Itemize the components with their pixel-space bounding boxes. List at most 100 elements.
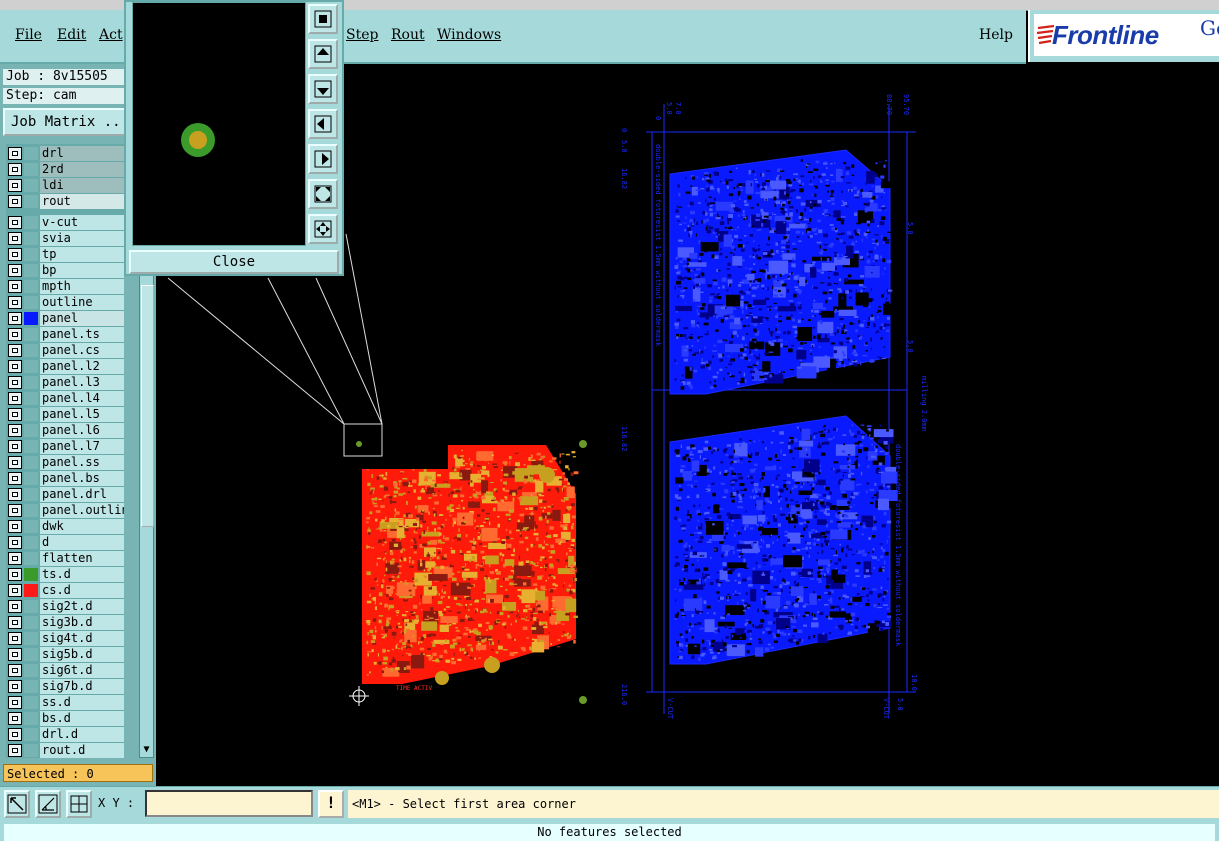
layer-name[interactable]: 2rd bbox=[40, 162, 124, 177]
layer-name[interactable]: sig2t.d bbox=[40, 599, 124, 614]
layer-row[interactable]: panel.l2 bbox=[6, 359, 124, 374]
layer-checkbox[interactable] bbox=[8, 696, 22, 709]
layer-color-swatch[interactable] bbox=[24, 472, 38, 485]
layer-row[interactable]: panel.outline bbox=[6, 503, 124, 518]
layer-name[interactable]: drl.d bbox=[40, 727, 124, 742]
layer-row[interactable]: cs.d bbox=[6, 583, 124, 598]
layer-name[interactable]: mpth bbox=[40, 279, 124, 294]
layer-row[interactable]: sig5b.d bbox=[6, 647, 124, 662]
layer-color-swatch[interactable] bbox=[24, 360, 38, 373]
layer-color-swatch[interactable] bbox=[24, 648, 38, 661]
layer-checkbox[interactable] bbox=[8, 408, 22, 421]
layer-checkbox[interactable] bbox=[8, 616, 22, 629]
layer-color-swatch[interactable] bbox=[24, 147, 38, 160]
layer-row[interactable]: ss.d bbox=[6, 695, 124, 710]
layer-row[interactable]: bp bbox=[6, 263, 124, 278]
layer-checkbox[interactable] bbox=[8, 376, 22, 389]
layer-checkbox[interactable] bbox=[8, 392, 22, 405]
layer-checkbox[interactable] bbox=[8, 648, 22, 661]
menu-rout[interactable]: Rout bbox=[391, 27, 425, 43]
layer-checkbox[interactable] bbox=[8, 664, 22, 677]
layer-row[interactable]: panel.l4 bbox=[6, 391, 124, 406]
menu-windows[interactable]: Windows bbox=[437, 27, 501, 43]
layer-name[interactable]: sig7b.d bbox=[40, 679, 124, 694]
layer-row[interactable]: ldi bbox=[6, 178, 124, 193]
layer-color-swatch[interactable] bbox=[24, 552, 38, 565]
layer-row[interactable]: rout.d bbox=[6, 743, 124, 758]
layer-color-swatch[interactable] bbox=[24, 312, 38, 325]
layer-checkbox[interactable] bbox=[8, 232, 22, 245]
layer-color-swatch[interactable] bbox=[24, 504, 38, 517]
layer-checkbox[interactable] bbox=[8, 179, 22, 192]
layer-color-swatch[interactable] bbox=[24, 536, 38, 549]
layer-name[interactable]: panel.outline bbox=[40, 503, 124, 518]
layer-color-swatch[interactable] bbox=[24, 584, 38, 597]
menu-file[interactable]: File bbox=[15, 27, 42, 43]
zoom-out-button[interactable] bbox=[308, 214, 338, 244]
layer-color-swatch[interactable] bbox=[24, 248, 38, 261]
xy-coordinate-input[interactable] bbox=[145, 790, 313, 817]
layer-checkbox[interactable] bbox=[8, 147, 22, 160]
layer-name[interactable]: sig3b.d bbox=[40, 615, 124, 630]
grid-button[interactable] bbox=[66, 790, 92, 818]
layer-row[interactable]: panel.ss bbox=[6, 455, 124, 470]
layer-name[interactable]: dwk bbox=[40, 519, 124, 534]
layer-row[interactable]: sig7b.d bbox=[6, 679, 124, 694]
layer-row[interactable]: panel.ts bbox=[6, 327, 124, 342]
layer-row[interactable]: flatten bbox=[6, 551, 124, 566]
layer-row[interactable]: rout bbox=[6, 194, 124, 209]
layer-checkbox[interactable] bbox=[8, 712, 22, 725]
menu-step[interactable]: Step bbox=[346, 27, 378, 43]
layer-color-swatch[interactable] bbox=[24, 376, 38, 389]
layer-row[interactable]: panel.l7 bbox=[6, 439, 124, 454]
layer-name[interactable]: panel.l7 bbox=[40, 439, 124, 454]
layer-checkbox[interactable] bbox=[8, 424, 22, 437]
layer-color-swatch[interactable] bbox=[24, 696, 38, 709]
layer-row[interactable]: panel.drl bbox=[6, 487, 124, 502]
menu-actions[interactable]: Act bbox=[99, 27, 123, 43]
layer-row[interactable]: sig3b.d bbox=[6, 615, 124, 630]
pan-left-button[interactable] bbox=[308, 109, 338, 139]
layer-name[interactable]: cs.d bbox=[40, 583, 124, 598]
close-button[interactable]: Close bbox=[129, 250, 339, 274]
layer-checkbox[interactable] bbox=[8, 600, 22, 613]
layer-color-swatch[interactable] bbox=[24, 328, 38, 341]
layer-row[interactable]: sig2t.d bbox=[6, 599, 124, 614]
zoom-window-button[interactable] bbox=[308, 4, 338, 34]
layer-row[interactable]: panel.l6 bbox=[6, 423, 124, 438]
layer-checkbox[interactable] bbox=[8, 728, 22, 741]
pan-right-button[interactable] bbox=[308, 144, 338, 174]
layer-name[interactable]: panel.ts bbox=[40, 327, 124, 342]
layer-checkbox[interactable] bbox=[8, 632, 22, 645]
layer-checkbox[interactable] bbox=[8, 744, 22, 757]
layer-checkbox[interactable] bbox=[8, 195, 22, 208]
layer-checkbox[interactable] bbox=[8, 216, 22, 229]
layer-checkbox[interactable] bbox=[8, 536, 22, 549]
layer-color-swatch[interactable] bbox=[24, 632, 38, 645]
measure-button[interactable] bbox=[35, 790, 61, 818]
layer-color-swatch[interactable] bbox=[24, 392, 38, 405]
layer-name[interactable]: panel.l2 bbox=[40, 359, 124, 374]
layer-color-swatch[interactable] bbox=[24, 680, 38, 693]
layer-row[interactable]: v-cut bbox=[6, 215, 124, 230]
layer-name[interactable]: tp bbox=[40, 247, 124, 262]
layer-checkbox[interactable] bbox=[8, 280, 22, 293]
menu-edit[interactable]: Edit bbox=[57, 27, 86, 43]
zoom-region-box[interactable] bbox=[343, 423, 383, 457]
layer-checkbox[interactable] bbox=[8, 584, 22, 597]
layer-name[interactable]: rout.d bbox=[40, 743, 124, 758]
layer-checkbox[interactable] bbox=[8, 296, 22, 309]
scroll-down-arrow-icon[interactable]: ▼ bbox=[141, 744, 152, 756]
layer-color-swatch[interactable] bbox=[24, 568, 38, 581]
layer-row[interactable]: sig6t.d bbox=[6, 663, 124, 678]
layer-color-swatch[interactable] bbox=[24, 424, 38, 437]
layer-checkbox[interactable] bbox=[8, 680, 22, 693]
layer-checkbox[interactable] bbox=[8, 328, 22, 341]
layer-color-swatch[interactable] bbox=[24, 440, 38, 453]
menu-help[interactable]: Help bbox=[979, 27, 1013, 43]
layer-row[interactable]: dwk bbox=[6, 519, 124, 534]
layer-color-swatch[interactable] bbox=[24, 232, 38, 245]
layer-name[interactable]: outline bbox=[40, 295, 124, 310]
layer-row[interactable]: drl bbox=[6, 146, 124, 161]
layer-row[interactable]: 2rd bbox=[6, 162, 124, 177]
